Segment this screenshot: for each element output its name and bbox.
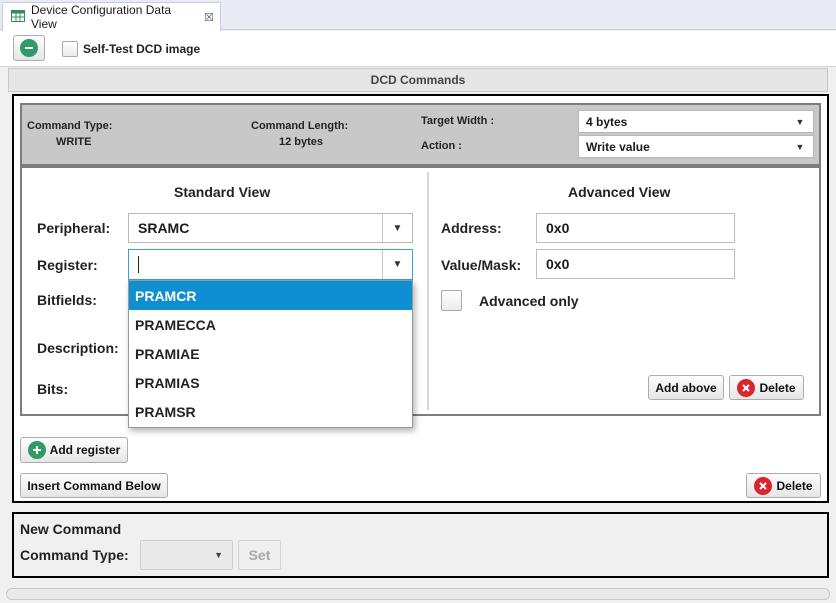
advanced-only-label: Advanced only xyxy=(479,293,579,309)
register-label: Register: xyxy=(37,257,98,273)
action-value: Write value xyxy=(586,139,650,154)
new-command-title: New Command xyxy=(20,521,122,537)
insert-command-label: Insert Command Below xyxy=(27,478,161,493)
add-register-label: Add register xyxy=(49,443,121,457)
insert-command-below-button[interactable]: Insert Command Below xyxy=(20,473,168,498)
advanced-view-title: Advanced View xyxy=(568,184,671,200)
dcd-commands-header: DCD Commands xyxy=(8,68,828,92)
chevron-down-icon: ▼ xyxy=(382,250,412,279)
command-length-value: 12 bytes xyxy=(279,136,324,148)
add-above-button[interactable]: Add above xyxy=(648,375,724,400)
action-label: Action : xyxy=(421,140,462,152)
dropdown-option[interactable]: PRAMSR xyxy=(129,397,412,426)
bitfields-label: Bitfields: xyxy=(37,292,97,308)
delete-register-button[interactable]: Delete xyxy=(729,375,804,400)
new-command-box xyxy=(12,512,829,578)
table-icon xyxy=(11,9,25,25)
address-input[interactable]: 0x0 xyxy=(536,213,735,243)
address-label: Address: xyxy=(441,220,502,236)
delete-icon xyxy=(754,476,773,495)
standard-view-title: Standard View xyxy=(174,184,271,200)
plus-icon xyxy=(27,441,46,459)
action-select[interactable]: Write value ▼ xyxy=(578,135,814,158)
target-width-label: Target Width : xyxy=(421,115,495,127)
dropdown-option[interactable]: PRAMECCA xyxy=(129,310,412,339)
dropdown-option[interactable]: PRAMCR xyxy=(129,281,412,310)
dcd-commands-title: DCD Commands xyxy=(370,73,466,87)
value-mask-label: Value/Mask: xyxy=(441,257,522,273)
text-cursor xyxy=(138,256,139,273)
tab-title: Device Configuration Data View xyxy=(31,3,172,31)
delete-label: Delete xyxy=(759,380,796,395)
chevron-down-icon: ▼ xyxy=(214,550,223,560)
delete-command-label: Delete xyxy=(776,478,813,493)
dropdown-option[interactable]: PRAMIAE xyxy=(129,339,412,368)
register-dropdown-list: PRAMCR PRAMECCA PRAMIAE PRAMIAS PRAMSR xyxy=(128,280,413,428)
horizontal-scrollbar[interactable] xyxy=(6,588,830,600)
description-label: Description: xyxy=(37,340,119,356)
close-icon[interactable]: ☒ xyxy=(204,11,214,24)
view-divider xyxy=(427,172,429,410)
delete-command-button[interactable]: Delete xyxy=(746,473,821,498)
new-command-type-label: Command Type: xyxy=(20,547,129,563)
peripheral-select[interactable]: SRAMC ▼ xyxy=(128,213,413,243)
self-test-label: Self-Test DCD image xyxy=(83,42,201,56)
add-register-button[interactable]: Add register xyxy=(20,437,128,463)
tab-device-configuration[interactable]: Device Configuration Data View ☒ xyxy=(2,2,221,31)
chevron-down-icon: ▼ xyxy=(382,214,412,242)
bits-label: Bits: xyxy=(37,381,69,397)
delete-icon xyxy=(737,378,756,397)
dropdown-option[interactable]: PRAMIAS xyxy=(129,368,412,397)
command-type-label: Command Type: xyxy=(27,120,113,132)
peripheral-value: SRAMC xyxy=(138,220,190,236)
advanced-only-checkbox[interactable] xyxy=(441,290,462,311)
new-command-type-select[interactable]: ▼ xyxy=(140,540,233,570)
remove-button[interactable] xyxy=(13,35,45,61)
minus-icon xyxy=(20,39,38,57)
set-button[interactable]: Set xyxy=(238,540,281,570)
value-mask-input[interactable]: 0x0 xyxy=(536,249,735,279)
chevron-down-icon: ▼ xyxy=(795,116,805,127)
target-width-value: 4 bytes xyxy=(586,114,628,129)
command-length-label: Command Length: xyxy=(251,120,349,132)
target-width-select[interactable]: 4 bytes ▼ xyxy=(578,110,814,133)
set-label: Set xyxy=(248,547,271,563)
peripheral-label: Peripheral: xyxy=(37,220,111,236)
self-test-checkbox[interactable] xyxy=(62,41,78,57)
add-above-label: Add above xyxy=(655,380,717,395)
command-type-value: WRITE xyxy=(56,136,92,148)
chevron-down-icon: ▼ xyxy=(795,141,805,152)
register-combo[interactable]: ▼ xyxy=(128,249,413,280)
